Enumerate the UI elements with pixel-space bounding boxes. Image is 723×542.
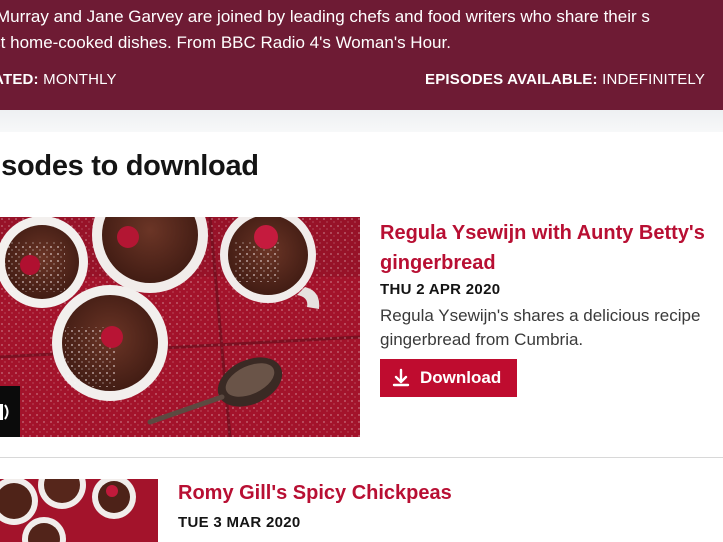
download-button[interactable]: Download [380, 359, 517, 397]
episode-image[interactable] [0, 217, 360, 437]
updated-label: DATED: [0, 71, 39, 88]
episode-date: THU 2 APR 2020 [380, 281, 501, 298]
play-button[interactable] [0, 386, 20, 437]
episodes-availability: EPISODES AVAILABLE: INDEFINITELY [425, 71, 705, 88]
episode-title[interactable]: Romy Gill's Spicy Chickpeas [178, 478, 452, 508]
episode-description-line-2: gingerbread from Cumbria. [380, 330, 584, 349]
episode-image[interactable] [0, 479, 158, 542]
podcast-description-line-2: fect home-cooked dishes. From BBC Radio … [0, 33, 451, 52]
podcast-description: ni Murray and Jane Garvey are joined by … [0, 4, 723, 56]
podcast-header: ni Murray and Jane Garvey are joined by … [0, 0, 723, 110]
speaker-icon [0, 404, 9, 420]
updated-frequency: DATED: MONTHLY [0, 71, 117, 88]
episode-title[interactable]: Regula Ysewijn with Aunty Betty's ginger… [380, 218, 723, 278]
available-value: INDEFINITELY [602, 71, 706, 88]
download-label: Download [420, 368, 502, 387]
download-icon [392, 368, 410, 387]
episode-thumbnail-image [0, 479, 158, 542]
episode-divider [0, 457, 723, 458]
episode-description: Regula Ysewijn's shares a delicious reci… [380, 304, 723, 352]
episode-description-line-1: Regula Ysewijn's shares a delicious reci… [380, 306, 701, 325]
available-label: EPISODES AVAILABLE: [425, 71, 598, 88]
header-divider [0, 110, 723, 132]
podcast-description-line-1: ni Murray and Jane Garvey are joined by … [0, 7, 650, 26]
episode-date: TUE 3 MAR 2020 [178, 514, 301, 531]
chocolate-pots-image [0, 217, 360, 437]
section-title: pisodes to download [0, 150, 259, 182]
updated-value: MONTHLY [43, 71, 117, 88]
